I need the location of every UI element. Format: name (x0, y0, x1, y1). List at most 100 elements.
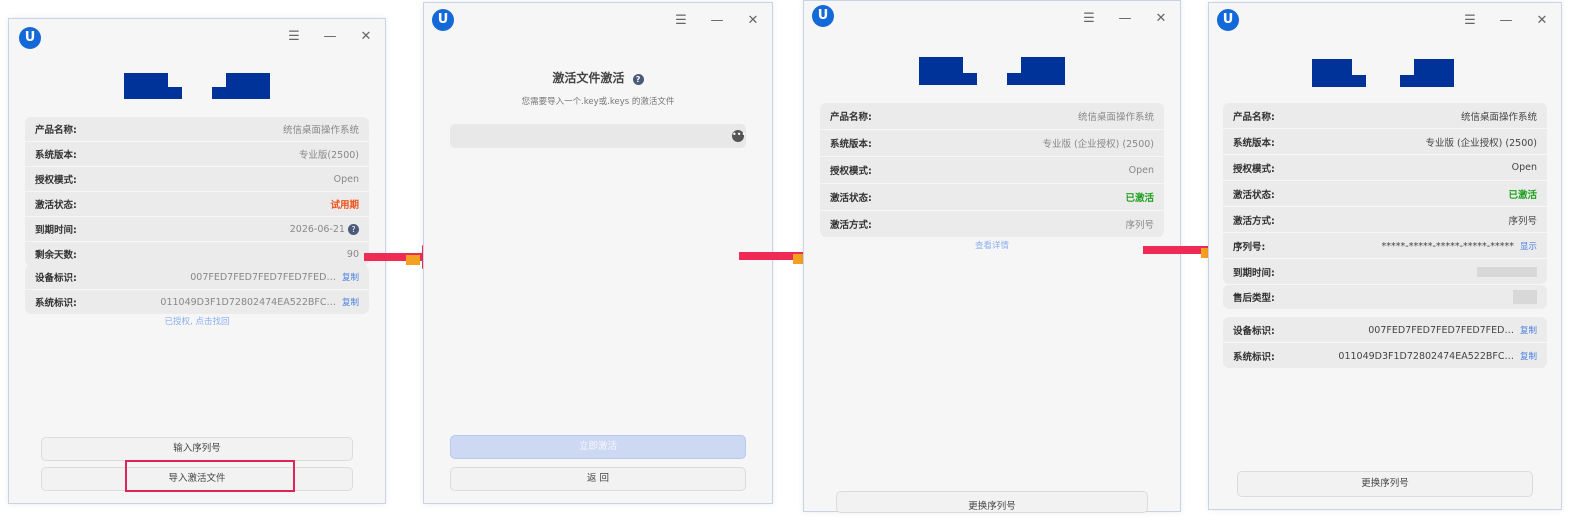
minimize-icon[interactable]: — (323, 29, 337, 44)
close-icon[interactable]: ✕ (1535, 13, 1549, 28)
app-logo-icon: U (812, 5, 834, 27)
info-text: 统信桌面操作系统 (1077, 112, 1154, 123)
info-row: 授权模式: Open (1223, 155, 1547, 181)
info-text: 产品名称: (35, 125, 77, 136)
info-text: 激活方式: (830, 220, 872, 231)
info-text: *****-*****-*****-*****-***** (1381, 240, 1514, 252)
status-trial: 试用期 (330, 200, 359, 211)
info-row: 到期时间: 2026-06-21 ? (25, 217, 369, 242)
help-icon[interactable]: ? (348, 223, 359, 235)
enter-serial-button[interactable]: 输入序列号 (41, 437, 353, 461)
redacted-value (1477, 266, 1537, 277)
info-text: 激活状态: (1233, 189, 1275, 201)
menu-icon[interactable]: ☰ (674, 13, 688, 28)
page-title: 激活文件激活 ? (424, 69, 772, 86)
info-row: 激活方式: 序列号 (1223, 207, 1547, 233)
info-text: 90 (346, 248, 359, 260)
status-active: 已激活 (1125, 193, 1154, 204)
activation-window-details: U ☰ — ✕ 产品名称: 统信桌面操作系统 系统版本: 专业版 (企业授权) (2… (1208, 2, 1562, 510)
info-row: 售后类型: (1223, 285, 1547, 309)
info-text: 统信桌面操作系统 (1460, 111, 1537, 123)
info-row: 产品名称: 统信桌面操作系统 (820, 103, 1164, 130)
info-text: Open (1511, 162, 1537, 173)
id-panel: 设备标识: 007FED7FED7FED7FED7FED… 复制 系统标识: 0110… (25, 265, 369, 314)
aftersale-panel: 售后类型: (1223, 285, 1547, 309)
info-row: 到期时间: (1223, 259, 1547, 284)
info-row: 激活状态: 已激活 (1223, 181, 1547, 207)
info-row: 产品名称: 统信桌面操作系统 (1223, 103, 1547, 129)
activation-window-trial: U ☰ — ✕ 产品名称: 统信桌面操作系统 系统版本: 专业版(2500) 授权模… (8, 18, 386, 504)
help-icon[interactable]: ? (632, 74, 644, 85)
info-text: 系统版本: (1233, 137, 1275, 149)
show-serial-button[interactable]: 显示 (1520, 242, 1537, 252)
info-panel: 产品名称: 统信桌面操作系统 系统版本: 专业版(2500) 授权模式: Open 激… (25, 117, 369, 266)
info-text: 2026-06-21 (289, 223, 345, 235)
app-logo-icon: U (19, 27, 41, 49)
info-row: 系统版本: 专业版 (企业授权) (2500) (820, 130, 1164, 157)
info-row: 剩余天数: 90 (25, 242, 369, 266)
activation-file-window: U ☰ — ✕ 激活文件激活 ? 您需要导入一个.key或.keys 的激活文件… (423, 2, 773, 504)
info-row: 设备标识: 007FED7FED7FED7FED7FED… 复制 (1223, 317, 1547, 343)
info-text: 007FED7FED7FED7FED7FED… 复制 (190, 271, 359, 283)
activate-now-button[interactable]: 立即激活 (450, 435, 746, 459)
minimize-icon[interactable]: — (1499, 13, 1513, 28)
close-icon[interactable]: ✕ (359, 29, 373, 44)
brand-logo (804, 57, 1180, 85)
info-text: 激活状态: (35, 200, 77, 211)
info-text: 系统版本: (35, 150, 77, 161)
highlight-box (125, 460, 295, 492)
info-row: 序列号: *****-*****-*****-*****-***** 显示 (1223, 233, 1547, 259)
activation-window-activated: U ☰ — ✕ 产品名称: 统信桌面操作系统 系统版本: 专业版 (企业授权) (2… (803, 0, 1181, 513)
info-text: 激活状态: (830, 193, 872, 204)
change-serial-button[interactable]: 更换序列号 (1237, 471, 1533, 497)
info-row: 激活状态: 已激活 (820, 184, 1164, 211)
info-row: 系统标识: 011049D3F1D72802474EA522BFC… 复制 (1223, 343, 1547, 368)
info-panel: 产品名称: 统信桌面操作系统 系统版本: 专业版 (企业授权) (2500) 授权模… (820, 103, 1164, 237)
copy-button[interactable]: 复制 (342, 273, 359, 283)
file-input[interactable]: ••• (450, 124, 746, 148)
info-row: 产品名称: 统信桌面操作系统 (25, 117, 369, 142)
info-text: 激活方式: (1233, 215, 1275, 227)
change-serial-button[interactable]: 更换序列号 (836, 491, 1148, 513)
info-row: 激活方式: 序列号 (820, 211, 1164, 237)
info-text: 011049D3F1D72802474EA522BFC… (1338, 350, 1514, 362)
subtitle: 您需要导入一个.key或.keys 的激活文件 (521, 97, 675, 107)
info-text: 统信桌面操作系统 (282, 125, 359, 136)
brand-logo (9, 73, 385, 99)
copy-button[interactable]: 复制 (342, 298, 359, 308)
close-icon[interactable]: ✕ (746, 13, 760, 28)
minimize-icon[interactable]: — (710, 13, 724, 28)
info-text: 011049D3F1D72802474EA522BFC… 复制 (1338, 350, 1537, 362)
retrieve-link[interactable]: 已授权, 点击找回 (9, 315, 385, 327)
copy-button[interactable]: 复制 (1520, 352, 1537, 362)
status-active: 已激活 (1508, 189, 1537, 201)
info-text: 2026-06-21 ? (289, 223, 359, 235)
info-text: 专业版 (企业授权) (2500) (1042, 139, 1154, 150)
info-text: 授权模式: (35, 175, 77, 186)
info-text: 系统标识: (35, 298, 77, 309)
info-text: 序列号 (1125, 220, 1154, 231)
info-text: 系统标识: (1233, 351, 1275, 363)
info-text: 设备标识: (35, 273, 77, 284)
info-text: 到期时间: (35, 225, 77, 236)
info-row: 授权模式: Open (25, 167, 369, 192)
info-text: *****-*****-*****-*****-***** 显示 (1382, 240, 1537, 252)
info-text: 序列号 (1508, 215, 1537, 227)
info-row: 系统版本: 专业版 (企业授权) (2500) (1223, 129, 1547, 155)
info-text: Open (1128, 164, 1154, 176)
info-text: 011049D3F1D72802474EA522BFC… 复制 (160, 296, 359, 308)
more-icon[interactable]: ••• (732, 130, 746, 142)
info-text: 007FED7FED7FED7FED7FED… 复制 (1368, 324, 1537, 336)
info-text: 到期时间: (1233, 267, 1275, 279)
view-details-link[interactable]: 查看详情 (804, 239, 1180, 251)
menu-icon[interactable]: ☰ (1463, 13, 1477, 28)
minimize-icon[interactable]: — (1118, 11, 1132, 26)
menu-icon[interactable]: ☰ (287, 29, 301, 44)
copy-button[interactable]: 复制 (1520, 326, 1537, 336)
back-button[interactable]: 返 回 (450, 467, 746, 491)
redacted-value (1513, 290, 1537, 304)
close-icon[interactable]: ✕ (1154, 11, 1168, 26)
info-text: 设备标识: (1233, 325, 1275, 337)
info-text: Open (333, 173, 359, 185)
menu-icon[interactable]: ☰ (1082, 11, 1096, 26)
